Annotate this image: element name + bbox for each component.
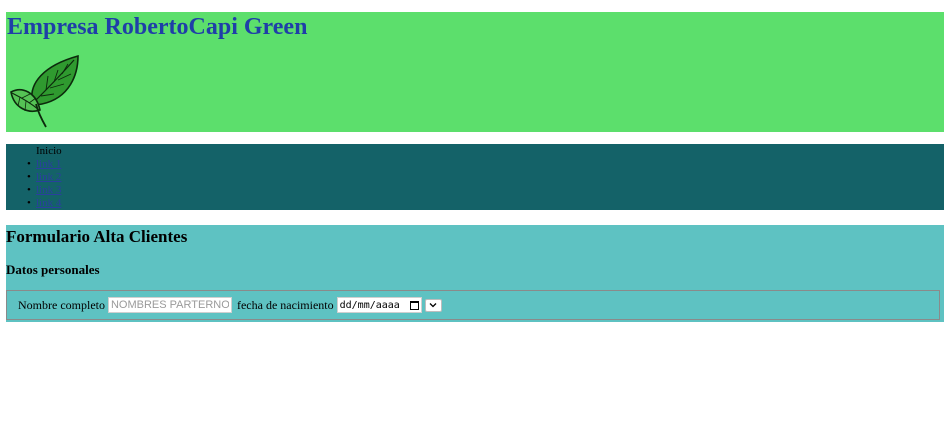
- nav-item-link-3[interactable]: • link 3: [27, 184, 62, 197]
- client-form-section: Formulario Alta Clientes Datos personale…: [6, 225, 944, 322]
- nav-bar: Inicio • link 1 • link 2 • link 3 • link…: [6, 144, 944, 210]
- nav-link[interactable]: link 3: [36, 184, 61, 196]
- chevron-down-icon: [429, 303, 437, 308]
- nav-item-link-1[interactable]: • link 1: [27, 158, 62, 171]
- nav-item-inicio[interactable]: Inicio: [36, 145, 62, 158]
- bullet-icon: •: [27, 158, 31, 170]
- full-name-input[interactable]: [107, 297, 232, 313]
- bullet-icon: •: [27, 197, 31, 209]
- calendar-icon[interactable]: [409, 300, 419, 310]
- nav-link[interactable]: link 1: [36, 158, 61, 170]
- nav-item-link-2[interactable]: • link 2: [27, 171, 62, 184]
- site-title: Empresa RobertoCapi Green: [7, 14, 308, 40]
- dropdown-select[interactable]: [424, 298, 442, 312]
- nav-link[interactable]: link 2: [36, 171, 61, 183]
- birth-date-value: dd/mm/aaaa: [339, 299, 400, 311]
- nav-list: Inicio • link 1 • link 2 • link 3 • link…: [27, 145, 62, 210]
- personal-data-fieldset: Nombre completo fecha de nacimiento dd/m…: [6, 290, 940, 320]
- leaf-icon: [10, 54, 79, 128]
- form-title: Formulario Alta Clientes: [6, 227, 188, 246]
- fieldset-row: Nombre completo fecha de nacimiento dd/m…: [18, 297, 442, 313]
- nav-item-link-4[interactable]: • link 4: [27, 197, 62, 210]
- form-subtitle: Datos personales: [6, 262, 100, 277]
- site-header: Empresa RobertoCapi Green: [6, 12, 944, 132]
- bullet-icon: •: [27, 171, 31, 183]
- nav-link[interactable]: link 4: [36, 197, 61, 209]
- bullet-icon: •: [27, 184, 31, 196]
- name-label: Nombre completo: [18, 297, 105, 312]
- birth-date-label: fecha de nacimiento: [236, 297, 334, 312]
- nav-item-label: Inicio: [36, 145, 62, 157]
- birth-date-input[interactable]: dd/mm/aaaa: [336, 297, 422, 313]
